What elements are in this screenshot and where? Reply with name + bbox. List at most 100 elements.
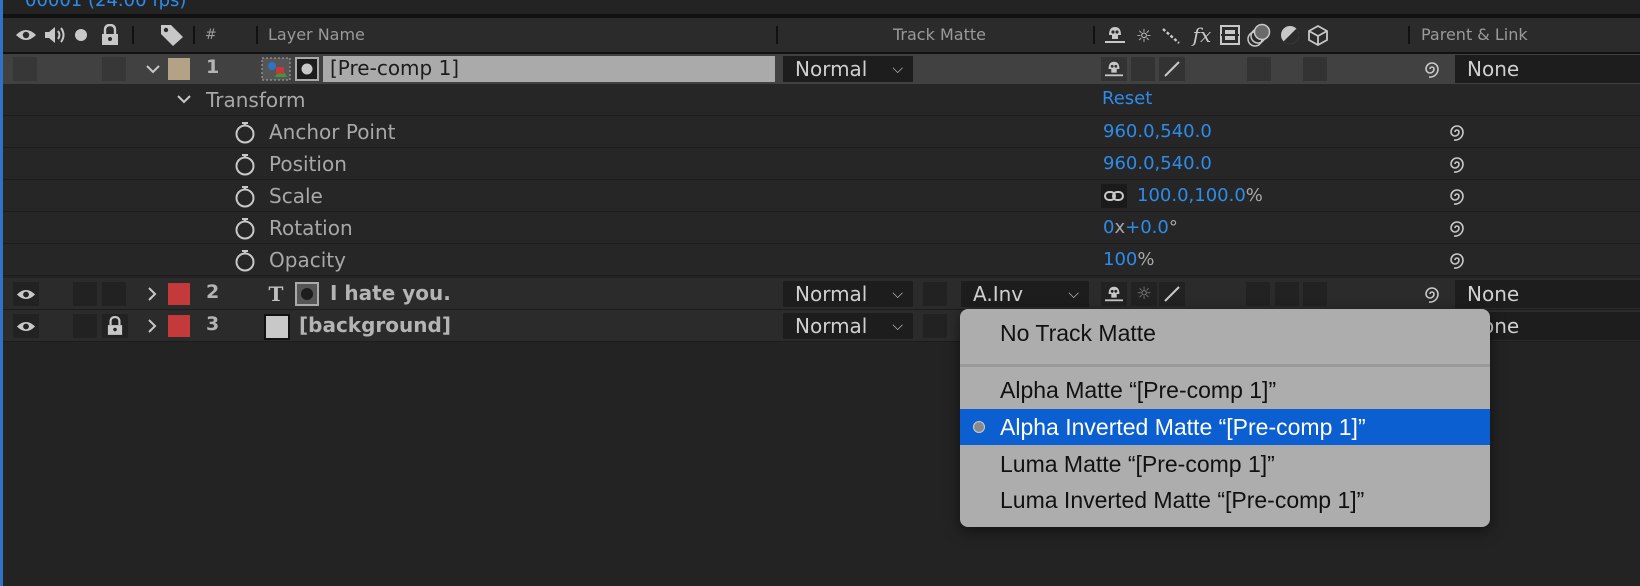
- preserve-transparency-toggle[interactable]: [923, 314, 947, 338]
- transform-group-row[interactable]: Transform Reset: [3, 84, 1640, 116]
- rotation-revolutions[interactable]: 0: [1103, 217, 1114, 238]
- chevron-down-icon[interactable]: [143, 59, 163, 79]
- quality-icon[interactable]: [1160, 26, 1182, 46]
- divider: [193, 26, 195, 44]
- pick-whip-icon[interactable]: [1446, 121, 1468, 143]
- parent-value: None: [1467, 282, 1520, 306]
- frame-blending-icon[interactable]: [1219, 25, 1241, 45]
- property-row-position[interactable]: Position 960.0,540.0: [3, 148, 1640, 180]
- stopwatch-icon[interactable]: [233, 152, 257, 176]
- quality-switch[interactable]: [1159, 282, 1185, 306]
- mask-icon: [294, 57, 320, 81]
- selected-bullet-icon: [973, 421, 985, 433]
- reset-link[interactable]: Reset: [1102, 88, 1152, 109]
- timecode[interactable]: 00001 (24.00 fps): [25, 0, 186, 11]
- shy-icon[interactable]: [1103, 25, 1127, 45]
- layer-name[interactable]: I hate you.: [330, 281, 451, 305]
- blend-mode-select[interactable]: Normal ⌵: [783, 56, 913, 82]
- label-color-swatch[interactable]: [168, 283, 190, 305]
- property-name: Position: [269, 152, 347, 176]
- property-row-anchor-point[interactable]: Anchor Point 960.0,540.0: [3, 116, 1640, 148]
- adjustment-layer-icon[interactable]: [1279, 25, 1301, 45]
- property-row-scale[interactable]: Scale 100.0,100.0%: [3, 180, 1640, 212]
- layer-row-2[interactable]: 2 T I hate you. Normal ⌵ A.Inv ⌵ ☼ None: [3, 278, 1640, 310]
- layer-row-1[interactable]: 1 [Pre-comp 1] Normal ⌵ None: [3, 54, 1640, 84]
- parent-link-column-header[interactable]: Parent & Link: [1421, 18, 1528, 52]
- motion-blur-switch[interactable]: [1247, 57, 1271, 81]
- stopwatch-icon[interactable]: [233, 248, 257, 272]
- visibility-toggle[interactable]: [13, 57, 37, 81]
- adjustment-layer-switch[interactable]: [1275, 282, 1299, 306]
- lock-toggle[interactable]: [102, 282, 126, 306]
- label-tag-icon[interactable]: [158, 23, 186, 47]
- collapse-switch[interactable]: ☼: [1131, 282, 1157, 306]
- pick-whip-icon[interactable]: [1446, 217, 1468, 239]
- quality-switch[interactable]: [1159, 57, 1185, 81]
- 3d-layer-switch[interactable]: [1303, 57, 1327, 81]
- motion-blur-switch[interactable]: [1246, 282, 1270, 306]
- lock-icon[interactable]: [102, 314, 128, 338]
- solo-toggle[interactable]: [73, 314, 97, 338]
- pick-whip-icon[interactable]: [1446, 153, 1468, 175]
- track-matte-column-header[interactable]: Track Matte: [893, 18, 986, 52]
- solo-toggle[interactable]: [73, 282, 97, 306]
- stopwatch-icon[interactable]: [233, 216, 257, 240]
- speaker-icon[interactable]: [43, 25, 67, 45]
- layer-name-column-header[interactable]: Layer Name: [268, 18, 365, 52]
- lock-icon[interactable]: [99, 23, 121, 47]
- motion-blur-icon[interactable]: [1246, 23, 1272, 47]
- property-row-rotation[interactable]: Rotation 0x+0.0°: [3, 212, 1640, 244]
- menu-item-no-track-matte[interactable]: No Track Matte: [960, 315, 1490, 351]
- layer-name[interactable]: [Pre-comp 1]: [330, 56, 459, 80]
- transform-label[interactable]: Transform: [206, 88, 305, 112]
- 3d-layer-icon[interactable]: [1306, 24, 1330, 46]
- label-color-swatch[interactable]: [168, 315, 190, 337]
- menu-item-luma-inverted-matte[interactable]: Luma Inverted Matte “[Pre-comp 1]”: [960, 482, 1490, 518]
- track-matte-select[interactable]: A.Inv ⌵: [961, 281, 1089, 307]
- opacity-value[interactable]: 100: [1103, 249, 1137, 270]
- stopwatch-icon[interactable]: [233, 184, 257, 208]
- rotation-degrees[interactable]: +0.0: [1125, 217, 1169, 238]
- collapse-switch[interactable]: [1131, 57, 1155, 81]
- property-value[interactable]: 960.0,540.0: [1103, 121, 1212, 142]
- menu-item-label: Luma Matte “[Pre-comp 1]”: [1000, 451, 1275, 477]
- parent-select[interactable]: None: [1455, 280, 1640, 308]
- menu-item-luma-matte[interactable]: Luma Matte “[Pre-comp 1]”: [960, 446, 1490, 482]
- parent-select[interactable]: None: [1455, 55, 1640, 83]
- blend-mode-select[interactable]: Normal ⌵: [783, 281, 913, 307]
- blend-mode-select[interactable]: Normal ⌵: [783, 313, 913, 339]
- eye-icon[interactable]: [13, 314, 39, 338]
- layer-name[interactable]: [background]: [299, 313, 451, 337]
- pick-whip-icon[interactable]: [1421, 58, 1443, 80]
- chevron-down-icon[interactable]: [175, 90, 193, 108]
- effects-icon[interactable]: fx: [1189, 23, 1215, 47]
- shy-switch[interactable]: [1101, 282, 1127, 306]
- chevron-right-icon[interactable]: [144, 316, 160, 336]
- menu-item-alpha-inverted-matte[interactable]: Alpha Inverted Matte “[Pre-comp 1]”: [960, 409, 1490, 445]
- stopwatch-icon[interactable]: [233, 120, 257, 144]
- shy-switch[interactable]: [1101, 57, 1127, 81]
- unit-label: x: [1114, 217, 1126, 238]
- property-value[interactable]: 0x+0.0°: [1103, 217, 1178, 238]
- solo-icon[interactable]: [73, 27, 89, 43]
- mask-icon: [294, 282, 320, 306]
- scale-value[interactable]: 100.0,100.0: [1137, 185, 1246, 206]
- track-matte-menu: No Track Matte Alpha Matte “[Pre-comp 1]…: [960, 309, 1490, 527]
- chevron-right-icon[interactable]: [144, 284, 160, 304]
- property-value[interactable]: 100.0,100.0%: [1137, 185, 1263, 206]
- eye-icon[interactable]: [13, 282, 39, 306]
- constrain-proportions-link-icon[interactable]: [1101, 184, 1127, 208]
- pick-whip-icon[interactable]: [1446, 249, 1468, 271]
- property-value[interactable]: 100%: [1103, 249, 1154, 270]
- menu-item-alpha-matte[interactable]: Alpha Matte “[Pre-comp 1]”: [960, 372, 1490, 408]
- 3d-layer-switch[interactable]: [1303, 282, 1327, 306]
- property-value[interactable]: 960.0,540.0: [1103, 153, 1212, 174]
- pick-whip-icon[interactable]: [1421, 283, 1443, 305]
- lock-toggle[interactable]: [102, 57, 126, 81]
- preserve-transparency-toggle[interactable]: [923, 282, 947, 306]
- property-row-opacity[interactable]: Opacity 100%: [3, 244, 1640, 276]
- collapse-transformations-icon[interactable]: ☼: [1133, 26, 1155, 47]
- pick-whip-icon[interactable]: [1446, 185, 1468, 207]
- eye-icon[interactable]: [15, 25, 37, 45]
- label-color-swatch[interactable]: [168, 58, 190, 80]
